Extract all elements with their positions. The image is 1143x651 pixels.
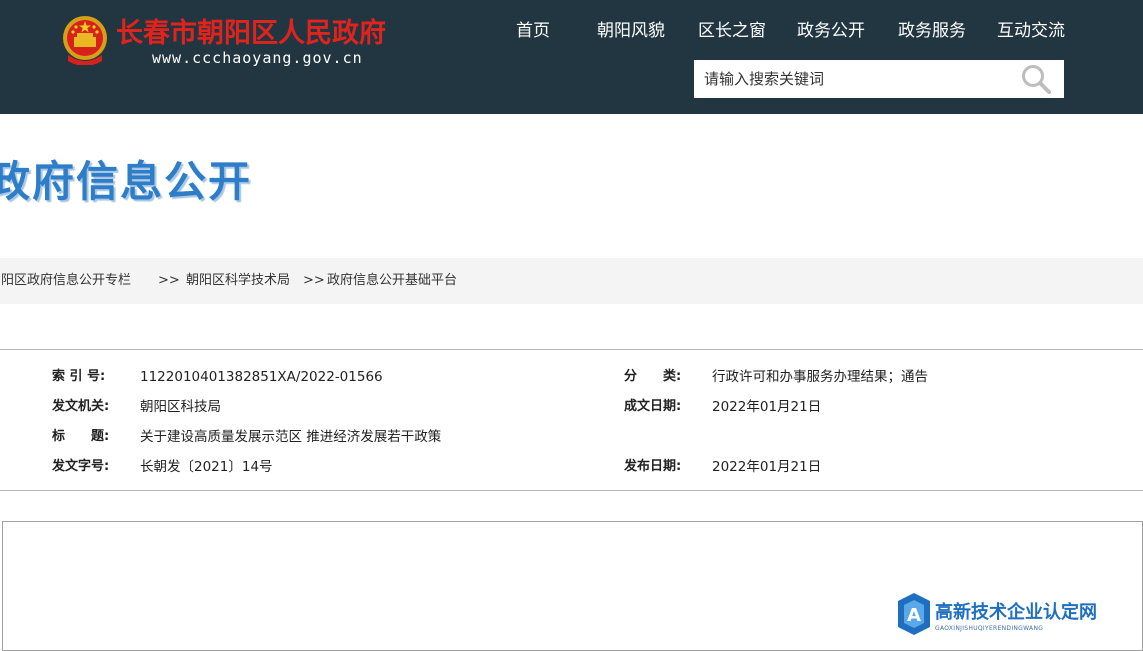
title-value: 关于建设高质量发展示范区 推进经济发展若干政策 [140,429,442,445]
breadcrumb-separator: >> [303,273,325,288]
watermark-logo-icon: A [898,593,930,635]
nav-government-affairs-open[interactable]: 政务公开 [797,18,865,44]
nav-interaction[interactable]: 互动交流 [997,18,1065,44]
nav-home[interactable]: 首页 [516,18,550,44]
site-url[interactable]: www.ccchaoyang.gov.cn [152,48,363,68]
index-number-value: 1122010401382851XA/2022-01566 [140,369,383,385]
breadcrumb-separator: >> [158,273,180,288]
breadcrumb: 朝阳区政府信息公开专栏 >> 朝阳区科学技术局 >> 政府信息公开基础平台 [0,258,1143,304]
watermark: A 高新技术企业认定网 GAOXINJISHUQIYERENDINGWANG [895,588,1143,639]
svg-text:A: A [907,605,921,626]
nav-government-services[interactable]: 政务服务 [898,18,966,44]
breadcrumb-item-science-bureau[interactable]: 朝阳区科学技术局 [186,272,290,290]
created-date-value: 2022年01月21日 [712,399,822,415]
watermark-text: 高新技术企业认定网 [935,602,1097,623]
document-info-table: 索 引 号: 1122010401382851XA/2022-01566 分 类… [0,349,1143,491]
document-number-label: 发文字号: [52,459,110,474]
category-value: 行政许可和办事服务办理结果；通告 [712,369,928,385]
published-date-label: 发布日期: [624,459,682,474]
watermark-subtext: GAOXINJISHUQIYERENDINGWANG [935,625,1044,632]
index-number-label: 索 引 号: [52,369,106,384]
search-box [694,60,1064,98]
national-emblem-icon[interactable] [62,15,108,65]
created-date-label: 成文日期: [624,399,682,414]
document-number-value: 长朝发〔2021〕14号 [140,459,273,475]
breadcrumb-item-basic-platform[interactable]: 政府信息公开基础平台 [327,272,457,290]
category-label: 分 类: [624,369,682,384]
published-date-value: 2022年01月21日 [712,459,822,475]
nav-district-head[interactable]: 区长之窗 [698,18,766,44]
site-header: 长春市朝阳区人民政府 www.ccchaoyang.gov.cn 首页 朝阳风貌… [0,0,1143,114]
title-label: 标 题: [52,429,110,444]
search-icon[interactable] [1020,64,1052,94]
page-banner-title: 政府信息公开 [0,157,253,206]
issuer-label: 发文机关: [52,399,110,414]
issuer-value: 朝阳区科技局 [140,399,221,415]
search-input[interactable] [694,60,1014,98]
breadcrumb-item-disclosure-column[interactable]: 朝阳区政府信息公开专栏 [0,272,131,290]
nav-chaoyang-scenery[interactable]: 朝阳风貌 [597,18,665,44]
